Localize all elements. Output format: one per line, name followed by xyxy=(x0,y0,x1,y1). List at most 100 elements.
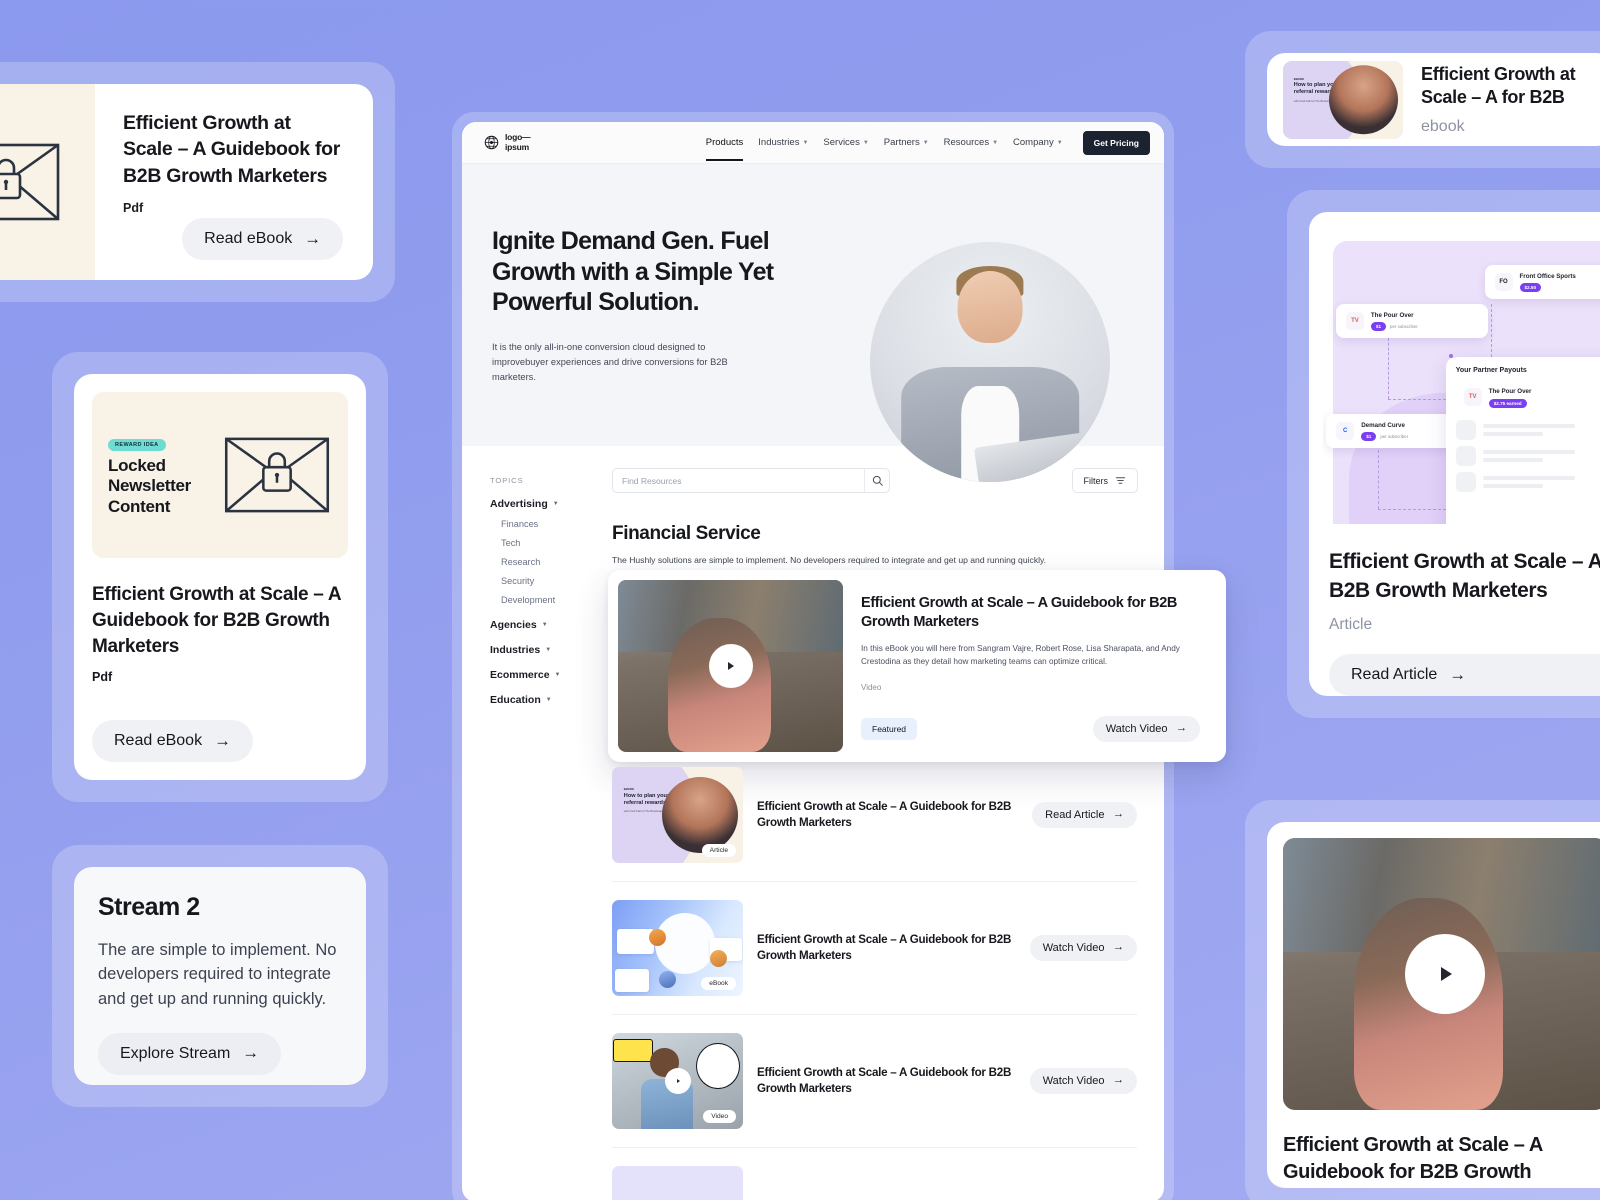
explore-stream-button[interactable]: Explore Stream → xyxy=(98,1032,282,1075)
chevron-down-icon: ▼ xyxy=(541,622,548,628)
subtopic-research[interactable]: Research xyxy=(501,557,594,567)
featured-resource-card[interactable]: Efficient Growth at Scale – A Guidebook … xyxy=(608,570,1226,762)
author-avatar xyxy=(1328,64,1399,135)
nav-link-resources[interactable]: Resources ▼ xyxy=(944,124,998,161)
resource-list-item[interactable]: eBook Efficient Growth at Scale – A Guid… xyxy=(612,882,1137,1015)
chevron-down-icon: ▼ xyxy=(545,647,552,653)
play-button[interactable] xyxy=(664,1068,691,1094)
featured-badge: Featured xyxy=(861,718,918,740)
nav-link-company[interactable]: Company ▼ xyxy=(1013,124,1063,161)
hero-subtitle: It is the only all-in-one conversion clo… xyxy=(492,341,728,382)
hero-image-wrap xyxy=(870,242,1110,482)
subtopic-finances[interactable]: Finances xyxy=(501,519,594,529)
topic-advertising[interactable]: Advertising ▼ xyxy=(490,498,594,510)
thumbnail-title: Locked Newsletter Content xyxy=(108,455,191,516)
site-logo[interactable]: logo— ipsum xyxy=(484,132,531,152)
read-article-button[interactable]: Read Article → xyxy=(1032,802,1137,828)
card-surface: Efficient Growth at Scale – A Guidebook … xyxy=(0,84,373,280)
chevron-down-icon: ▼ xyxy=(552,501,559,507)
topic-agencies[interactable]: Agencies ▼ xyxy=(490,619,594,631)
card-surface: Stream 2 The are simple to implement. No… xyxy=(74,867,366,1085)
referral-ebook-thumbnail: EBOOK How to plan your referral rewards … xyxy=(612,767,743,863)
watch-video-button[interactable]: Watch Video → xyxy=(1092,716,1200,742)
hero-text-block: Ignite Demand Gen. Fuel Growth with a Si… xyxy=(492,198,792,446)
chip-name: Demand Curve xyxy=(1361,421,1405,429)
resource-type-tag: Video xyxy=(703,1110,736,1123)
topic-label: Advertising xyxy=(490,498,548,510)
globe-network-thumbnail: eBook xyxy=(612,900,743,996)
featured-ebook-card-left[interactable]: Efficient Growth at Scale – A Guidebook … xyxy=(0,62,395,302)
ebook-mini-card[interactable]: EBOOK How to plan your referral rewards … xyxy=(1245,31,1600,168)
chevron-down-icon: ▼ xyxy=(862,139,869,146)
topic-industries[interactable]: Industries ▼ xyxy=(490,644,594,656)
nav-label: Services xyxy=(823,137,860,148)
resource-list-item[interactable]: Video Efficient Growth at Scale – A Guid… xyxy=(612,1015,1137,1148)
read-ebook-button[interactable]: Read eBook → xyxy=(92,720,253,762)
locked-envelope-thumbnail xyxy=(0,84,95,280)
chip-amount: $1 xyxy=(1370,321,1387,331)
chevron-down-icon: ▼ xyxy=(1056,139,1063,146)
read-ebook-button[interactable]: Read eBook → xyxy=(182,218,343,260)
pour-over-logo-icon: TV xyxy=(1345,311,1364,330)
card-surface: Efficient Growth at Scale – A Guidebook … xyxy=(1267,822,1600,1188)
topic-education[interactable]: Education ▼ xyxy=(490,694,594,706)
stream-promo-card[interactable]: Stream 2 The are simple to implement. No… xyxy=(52,845,388,1107)
resource-list-item-partial[interactable] xyxy=(612,1148,1137,1200)
resource-list-item[interactable]: EBOOK How to plan your referral rewards … xyxy=(612,765,1137,882)
subtopic-security[interactable]: Security xyxy=(501,576,594,586)
arrow-right-icon: → xyxy=(1112,1074,1124,1087)
featured-body: Efficient Growth at Scale – A Guidebook … xyxy=(843,580,1216,752)
arrow-right-icon: → xyxy=(1175,722,1187,735)
nav-link-services[interactable]: Services ▼ xyxy=(823,124,868,161)
nav-link-industries[interactable]: Industries ▼ xyxy=(758,124,808,161)
chevron-down-icon: ▼ xyxy=(545,697,552,703)
topic-label: Agencies xyxy=(490,619,537,631)
arrow-right-icon: → xyxy=(1449,664,1467,684)
front-office-logo-icon: FO xyxy=(1494,272,1513,291)
video-thumbnail xyxy=(1283,838,1600,1110)
watch-video-button[interactable]: Watch Video → xyxy=(1029,1068,1137,1094)
article-card-right[interactable]: TV The Pour Over $1 per subscriber FO Fr… xyxy=(1287,190,1600,718)
nav-link-products[interactable]: Products xyxy=(705,124,743,161)
resource-title: Efficient Growth at Scale – A Guidebook … xyxy=(757,1065,1012,1095)
subtopic-tech[interactable]: Tech xyxy=(501,538,594,548)
nav-label: Resources xyxy=(943,137,990,148)
chip-name: The Pour Over xyxy=(1370,311,1414,319)
search-input[interactable] xyxy=(613,475,864,486)
partial-thumbnail xyxy=(612,1166,743,1200)
resource-title: Efficient Growth at Scale – A Guidebook … xyxy=(757,799,1012,829)
chip-unit: per subscriber xyxy=(1380,434,1409,440)
section-subtitle: The Hushly solutions are simple to imple… xyxy=(612,555,1047,565)
search-box[interactable] xyxy=(612,468,890,493)
read-ebook-label: Read eBook xyxy=(204,230,293,247)
reward-idea-badge: REWARD IDEA xyxy=(108,438,166,451)
video-article-card-right[interactable]: Efficient Growth at Scale – A Guidebook … xyxy=(1245,800,1600,1200)
pour-over-logo-icon: TV xyxy=(1463,388,1482,407)
demand-curve-logo-icon: C xyxy=(1336,422,1355,441)
card-kind-label: Article xyxy=(1329,616,1373,633)
locked-newsletter-card[interactable]: REWARD IDEA Locked Newsletter Content Ef… xyxy=(52,352,388,802)
subtopic-development[interactable]: Development xyxy=(501,595,594,605)
watch-video-button[interactable]: Watch Video → xyxy=(1029,935,1137,961)
phone-man-video-thumbnail: Video xyxy=(612,1033,743,1129)
nav-link-partners[interactable]: Partners ▼ xyxy=(884,124,929,161)
watch-video-label: Watch Video xyxy=(1105,723,1168,735)
card-surface: EBOOK How to plan your referral rewards … xyxy=(1267,53,1600,146)
card-title: Efficient Growth at Scale – A Guidebook … xyxy=(123,112,341,187)
payout-chip: FO Front Office Sports $2.50 xyxy=(1484,264,1600,300)
play-button[interactable] xyxy=(1405,934,1485,1014)
logo-line-2: ipsum xyxy=(505,141,530,152)
panel-title: Your Partner Payouts xyxy=(1455,367,1527,375)
play-button[interactable] xyxy=(708,644,753,688)
arrow-right-icon: → xyxy=(1112,808,1124,821)
card-title: Efficient Growth at Scale – A Guidebook … xyxy=(92,584,341,657)
nav-label: Partners xyxy=(883,137,920,148)
featured-description: In this eBook you will here from Sangram… xyxy=(861,644,1180,667)
hero-section: Ignite Demand Gen. Fuel Growth with a Si… xyxy=(462,164,1164,482)
locked-envelope-icon xyxy=(224,437,330,513)
card-surface: REWARD IDEA Locked Newsletter Content Ef… xyxy=(74,374,366,780)
chip-amount: $1 xyxy=(1361,432,1377,442)
read-article-button[interactable]: Read Article → xyxy=(1329,654,1600,696)
get-pricing-button[interactable]: Get Pricing xyxy=(1082,130,1150,155)
topic-ecommerce[interactable]: Ecommerce ▼ xyxy=(490,669,594,681)
